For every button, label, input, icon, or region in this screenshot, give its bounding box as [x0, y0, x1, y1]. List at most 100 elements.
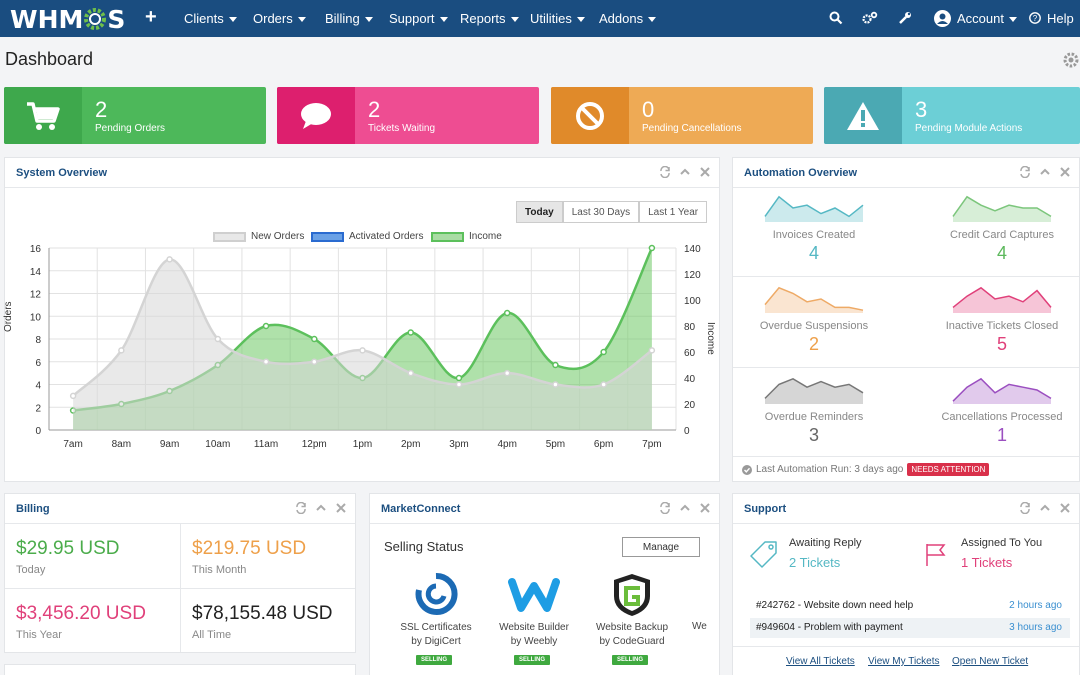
close-icon[interactable] — [1059, 502, 1071, 514]
automation-label: Invoices Created — [772, 229, 856, 241]
billing-month-value: $219.75 USD — [192, 538, 307, 559]
stat-tickets-waiting[interactable]: 2 Tickets Waiting — [277, 87, 539, 144]
awaiting-reply-value[interactable]: 2 Tickets — [789, 555, 840, 570]
income-series-point — [311, 335, 318, 343]
ban-icon — [576, 101, 604, 130]
automation-credit-card-captures[interactable]: Credit Card Captures 4 — [915, 229, 1080, 264]
ticket-row[interactable]: #242762 - Website down need help 2 hours… — [750, 596, 1070, 616]
y-tick-label: 6 — [35, 358, 41, 369]
ticket-title[interactable]: #242762 - Website down need help — [756, 600, 913, 611]
settings-gear-icon[interactable] — [1062, 51, 1080, 69]
stat-label: Pending Orders — [95, 123, 166, 134]
automation-cancellations-processed[interactable]: Cancellations Processed 1 — [915, 411, 1080, 446]
refresh-icon[interactable] — [1019, 166, 1031, 178]
product-vendor: by CodeGuard — [599, 636, 665, 647]
stat-label: Pending Module Actions — [915, 123, 1023, 134]
x-tick-label: 4pm — [497, 439, 516, 450]
refresh-icon[interactable] — [1019, 502, 1031, 514]
y2-tick-label: 0 — [684, 426, 690, 437]
automation-overdue-suspensions[interactable]: Overdue Suspensions 2 — [727, 320, 901, 355]
stat-pending-module-actions[interactable]: 3 Pending Module Actions — [824, 87, 1080, 144]
nav-billing[interactable]: Billing — [325, 11, 373, 26]
nav-clients[interactable]: Clients — [184, 11, 237, 26]
x-tick-label: 11am — [254, 439, 278, 450]
automation-invoices-created[interactable]: Invoices Created 4 — [727, 229, 901, 264]
nav-orders[interactable]: Orders — [253, 11, 306, 26]
new-orders-series-point — [600, 381, 607, 388]
product-name: Website Backup — [595, 622, 669, 633]
new-orders-series-point — [118, 347, 125, 354]
nav-utilities[interactable]: Utilities — [530, 11, 585, 26]
help-icon[interactable]: ? — [1029, 12, 1041, 24]
cogs-icon[interactable] — [862, 11, 878, 25]
system-overview-chart: 0 2 4 6 8 10 12 14 16 0 20 40 60 80 100 120 140 7am 8am 9am… — [30, 244, 701, 450]
close-icon[interactable] — [699, 502, 711, 514]
product-weebly[interactable]: Website Builder by Weebly — [484, 621, 584, 649]
stat-pending-orders[interactable]: 2 Pending Orders — [4, 87, 266, 144]
assigned-to-you-value[interactable]: 1 Tickets — [961, 555, 1012, 570]
view-all-tickets-link[interactable]: View All Tickets — [786, 656, 855, 667]
product-partial: We — [692, 621, 707, 632]
nav-addons[interactable]: Addons — [599, 11, 657, 26]
y-tick-label: 14 — [30, 267, 42, 278]
x-tick-label: 10am — [205, 439, 230, 450]
x-tick-label: 2pm — [401, 439, 420, 450]
automation-value: 3 — [808, 425, 819, 445]
ticket-title[interactable]: #949604 - Problem with payment — [756, 622, 903, 633]
refresh-icon[interactable] — [659, 502, 671, 514]
nav-reports[interactable]: Reports — [460, 11, 519, 26]
product-digicert[interactable]: SSL Certificates by DigiCert — [386, 621, 486, 649]
y-tick-label: 10 — [30, 312, 42, 323]
close-icon[interactable] — [335, 502, 347, 514]
range-1-year[interactable]: Last 1 Year — [639, 201, 708, 223]
logo[interactable]: WHM S — [10, 5, 125, 34]
new-orders-series-point — [214, 335, 222, 343]
nav-account[interactable]: Account — [957, 11, 1017, 26]
collapse-icon[interactable] — [315, 502, 327, 514]
automation-value: 1 — [996, 425, 1007, 445]
y2-tick-label: 40 — [684, 374, 696, 385]
needs-attention-badge[interactable]: NEEDS ATTENTION — [907, 463, 990, 476]
user-icon[interactable] — [934, 10, 951, 27]
income-series-point — [552, 361, 559, 369]
product-vendor: by Weebly — [510, 636, 558, 647]
panel-header: MarketConnect — [370, 494, 719, 524]
new-orders-series-point — [648, 347, 656, 354]
top-navbar: WHM S + Clients Orders Billing Support R… — [0, 0, 1080, 37]
selling-badge: SELLING — [612, 655, 649, 665]
check-circle-icon — [742, 464, 752, 475]
nav-help[interactable]: Help — [1047, 11, 1074, 26]
add-new-icon[interactable]: + — [145, 6, 157, 29]
refresh-icon[interactable] — [295, 502, 307, 514]
ticket-row[interactable]: #949604 - Problem with payment 3 hours a… — [750, 618, 1070, 638]
ticket-time: 2 hours ago — [1009, 600, 1062, 611]
x-tick-label: 5pm — [546, 439, 565, 450]
income-series-point — [648, 244, 656, 252]
close-icon[interactable] — [1059, 166, 1071, 178]
product-codeguard[interactable]: Website Backup by CodeGuard — [582, 621, 682, 649]
collapse-icon[interactable] — [679, 166, 691, 178]
y-tick-label: 8 — [35, 335, 41, 346]
close-icon[interactable] — [699, 166, 711, 178]
automation-inactive-tickets-closed[interactable]: Inactive Tickets Closed 5 — [915, 320, 1080, 355]
stat-pending-cancellations[interactable]: 0 Pending Cancellations — [551, 87, 813, 144]
search-icon[interactable] — [829, 11, 843, 25]
refresh-icon[interactable] — [659, 166, 671, 178]
automation-label: Cancellations Processed — [941, 411, 1063, 423]
range-today[interactable]: Today — [516, 201, 563, 223]
collapse-icon[interactable] — [1039, 166, 1051, 178]
manage-button[interactable]: Manage — [622, 537, 700, 557]
collapse-icon[interactable] — [679, 502, 691, 514]
view-my-tickets-link[interactable]: View My Tickets — [868, 656, 940, 667]
billing-all-value: $78,155.48 USD — [192, 603, 333, 624]
range-30-days[interactable]: Last 30 Days — [562, 201, 640, 223]
automation-value: 4 — [996, 243, 1007, 263]
open-new-ticket-link[interactable]: Open New Ticket — [952, 656, 1028, 667]
automation-overdue-reminders[interactable]: Overdue Reminders 3 — [727, 411, 901, 446]
wrench-icon[interactable] — [898, 11, 912, 25]
income-series-point — [455, 374, 463, 382]
collapse-icon[interactable] — [1039, 502, 1051, 514]
nav-support[interactable]: Support — [389, 11, 448, 26]
product-name: Website Builder — [499, 622, 569, 633]
panel-header: Support — [733, 494, 1079, 524]
